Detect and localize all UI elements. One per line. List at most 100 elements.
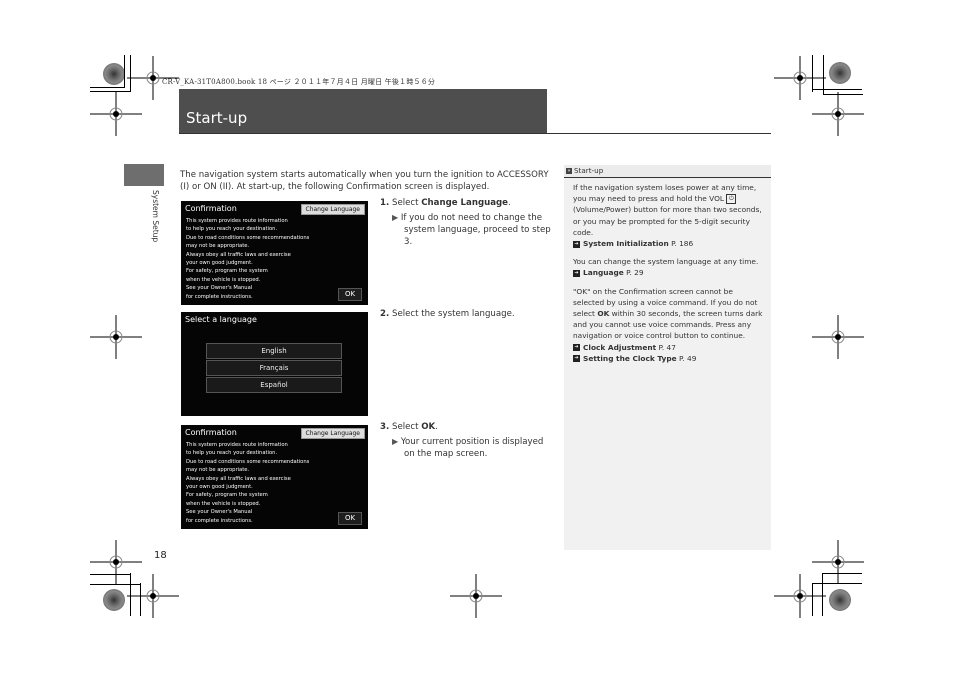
confirmation-line: This system provides route information: [186, 218, 288, 224]
note-bold-text: OK: [597, 309, 610, 319]
triangle-bullet-icon: ▶: [392, 437, 399, 446]
xref-label: Language: [583, 268, 624, 278]
step-text: Select the system language.: [391, 309, 515, 319]
confirmation-line: For safety, program the system: [186, 492, 268, 499]
confirmation-screen-image: Confirmation Change Language This system…: [181, 425, 368, 529]
crop-line: [812, 55, 813, 92]
step-number: 3.: [380, 422, 390, 432]
xref-system-initialization[interactable]: ➔ System Initialization P. 186: [573, 238, 763, 249]
sidebar-note-language: You can change the system language at an…: [573, 256, 763, 278]
xref-page: P. 186: [671, 239, 694, 249]
language-list: English Français Español: [206, 343, 342, 394]
crosshair-mark: [90, 92, 142, 136]
language-option-english: English: [206, 343, 342, 359]
xref-clock-adjustment[interactable]: ➔ Clock Adjustment P. 47: [573, 342, 763, 353]
language-option-espanol: Español: [206, 377, 342, 393]
confirmation-line: This system provides route information: [186, 442, 288, 448]
confirmation-line: For safety, program the system: [186, 268, 268, 275]
xref-setting-the-clock-type[interactable]: ➔ Setting the Clock Type P. 49: [573, 353, 763, 364]
crop-line: [812, 583, 813, 616]
step-bold-text: OK: [421, 422, 436, 432]
crosshair-mark: [774, 574, 826, 618]
confirmation-line: See your Owner's Manual: [186, 509, 253, 516]
step-3: 3. Select OK. ▶ Your current position is…: [380, 421, 555, 460]
confirmation-line: may not be appropriate.: [186, 243, 250, 250]
cross-reference-arrow-icon: ➔: [573, 269, 580, 277]
ok-button: OK: [338, 512, 362, 525]
double-chevron-icon: »: [566, 168, 572, 174]
select-language-screen-image: Select a language English Français Españ…: [181, 312, 368, 416]
crop-line: [140, 583, 141, 616]
confirmation-line: Due to road conditions some recommendati…: [186, 234, 310, 241]
change-language-button: Change Language: [300, 204, 365, 215]
ok-button: OK: [338, 288, 362, 301]
crosshair-mark: [774, 56, 826, 100]
power-icon: ⏻: [726, 194, 737, 205]
triangle-bullet-icon: ▶: [392, 213, 399, 222]
sidebar-notes: » Start-up If the navigation system loses…: [564, 165, 771, 550]
screen-title: Confirmation: [185, 204, 237, 213]
cross-reference-arrow-icon: ➔: [573, 240, 580, 248]
step-1: 1. Select Change Language. ▶ If you do n…: [380, 197, 555, 248]
xref-language[interactable]: ➔ Language P. 29: [573, 267, 763, 278]
crop-line: [90, 584, 141, 585]
crop-line: [90, 91, 131, 92]
confirmation-line: for complete instructions.: [186, 517, 253, 524]
sidebar-note-ok: "OK" on the Confirmation screen cannot b…: [573, 286, 763, 364]
crop-line: [90, 87, 125, 88]
confirmation-line: to help you reach your destination.: [186, 226, 278, 233]
sidebar-heading: » Start-up: [564, 165, 771, 178]
step-note: If you do not need to change the system …: [400, 213, 551, 247]
confirmation-line: Always obey all traffic laws and exercis…: [186, 251, 291, 258]
confirmation-line: for complete instructions.: [186, 293, 253, 300]
step-2: 2. Select the system language.: [380, 308, 555, 320]
step-text: Select: [391, 198, 422, 208]
confirmation-screen-image: Confirmation Change Language This system…: [181, 201, 368, 305]
page-title: Start-up: [186, 109, 248, 127]
cross-reference-arrow-icon: ➔: [573, 344, 580, 352]
registration-dot-bottom-left: [103, 589, 125, 611]
screen-title: Confirmation: [185, 428, 237, 437]
crosshair-mark: [127, 574, 179, 618]
note-text: You can change the system language at an…: [573, 257, 759, 267]
crosshair-mark: [812, 315, 864, 359]
crop-line: [822, 573, 823, 616]
page-number: 18: [154, 550, 167, 561]
page-title-bar: Start-up: [179, 89, 547, 133]
confirmation-line: to help you reach your destination.: [186, 450, 278, 457]
cross-reference-arrow-icon: ➔: [573, 355, 580, 363]
language-option-francais: Français: [206, 360, 342, 376]
confirmation-line: your own good judgment.: [186, 484, 253, 491]
xref-page: P. 47: [658, 342, 676, 352]
crop-line: [130, 573, 131, 616]
crop-line: [90, 574, 131, 575]
step-bold-text: Change Language: [421, 198, 508, 208]
crop-line: [812, 89, 862, 90]
confirmation-line: Due to road conditions some recommendati…: [186, 458, 310, 465]
confirmation-line: when the vehicle is stopped.: [186, 500, 261, 507]
crosshair-mark: [812, 540, 864, 584]
screen-title: Select a language: [185, 315, 257, 324]
xref-page: P. 29: [626, 268, 644, 278]
crosshair-mark: [450, 574, 502, 618]
crosshair-mark: [90, 540, 142, 584]
crop-line: [130, 55, 131, 92]
step-number: 2.: [380, 309, 390, 319]
registration-dot-bottom-right: [829, 589, 851, 611]
note-text: (Volume/Power) button for more than two …: [573, 205, 762, 237]
sidebar-heading-text: Start-up: [574, 166, 604, 175]
crosshair-mark: [90, 315, 142, 359]
confirmation-line: may not be appropriate.: [186, 467, 250, 474]
step-text: Select: [391, 422, 422, 432]
confirmation-line: Always obey all traffic laws and exercis…: [186, 475, 291, 482]
print-file-header: CR-V_KA-31T0A800.book 18 ページ ２０１１年７月４日 月…: [162, 78, 436, 86]
crop-line: [124, 55, 125, 88]
step-note: Your current position is displayed on th…: [400, 437, 544, 459]
intro-paragraph: The navigation system starts automatical…: [180, 170, 549, 192]
crosshair-mark: [812, 92, 864, 136]
step-text-suffix: .: [508, 198, 511, 208]
registration-dot-top-right: [829, 62, 851, 84]
crop-line: [823, 94, 863, 95]
confirmation-line: See your Owner's Manual: [186, 285, 253, 292]
change-language-button: Change Language: [300, 428, 365, 439]
